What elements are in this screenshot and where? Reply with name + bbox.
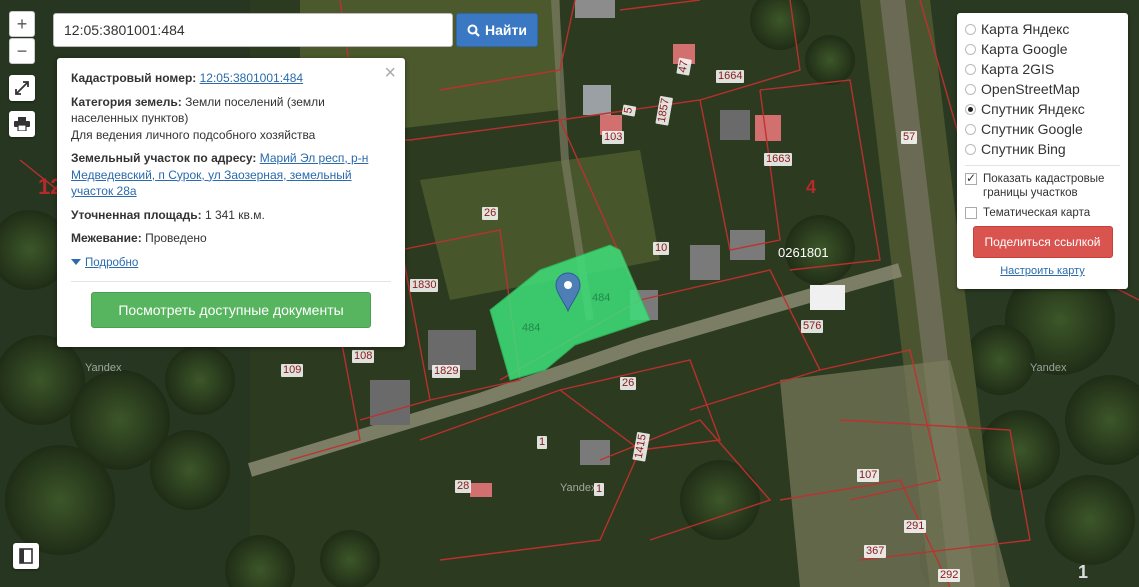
parcel-label: 576 [801, 320, 824, 333]
parcel-label: 1829 [432, 365, 461, 378]
cadastral-number-label: Кадастровый номер: [71, 71, 197, 85]
search-button[interactable]: Найти [456, 13, 538, 47]
thematic-map-checkbox[interactable]: Тематическая карта [965, 206, 1120, 220]
view-documents-button[interactable]: Посмотреть доступные документы [91, 292, 371, 328]
thematic-map-label: Тематическая карта [983, 207, 1091, 219]
show-borders-checkbox[interactable]: Показать кадастровые границы участков [965, 171, 1120, 200]
parcel-label: 292 [938, 569, 961, 582]
zoom-out-button[interactable]: − [9, 38, 35, 64]
parcel-label: 1664 [716, 70, 745, 83]
parcel-label: 367 [864, 545, 887, 558]
close-icon[interactable]: × [384, 63, 396, 83]
search-icon [467, 24, 480, 37]
radio-selected-icon [965, 103, 976, 115]
area-value: 1 341 кв.м. [204, 207, 265, 222]
map-watermark: Yandex [1030, 362, 1067, 374]
details-toggle[interactable]: Подробно [71, 254, 391, 272]
search-button-label: Найти [485, 22, 527, 38]
layer-option[interactable]: Спутник Яндекс [965, 99, 1120, 119]
parcel-info-popup: × Кадастровый номер: 12:05:3801001:484 К… [57, 58, 405, 347]
popup-divider [71, 281, 391, 282]
expand-icon [15, 81, 29, 95]
parcel-label: 10 [653, 242, 670, 255]
layer-option-label: Карта Google [981, 41, 1068, 57]
print-button[interactable] [9, 111, 35, 137]
radio-icon [965, 63, 976, 75]
show-borders-label: Показать кадастровые границы участков [983, 173, 1105, 199]
details-link[interactable]: Подробно [85, 257, 138, 269]
parcel-label: 109 [281, 364, 304, 377]
parcel-label: 26 [482, 207, 499, 220]
parcel-label: 107 [857, 469, 880, 482]
parcel-label: 5 [621, 104, 637, 117]
parcel-label: 103 [602, 131, 625, 144]
legend-button[interactable] [13, 543, 39, 569]
parcel-label: 4 [806, 177, 817, 197]
cadastral-number-row: Кадастровый номер: 12:05:3801001:484 [71, 70, 391, 87]
survey-row: Межевание: Проведено [71, 230, 391, 247]
triangle-down-icon [71, 259, 81, 266]
radio-icon [965, 23, 976, 35]
parcel-label: 108 [352, 350, 375, 363]
cadastral-number-link[interactable]: 12:05:3801001:484 [200, 71, 303, 85]
layer-option[interactable]: Карта Google [965, 39, 1120, 59]
checkbox-icon [965, 207, 977, 219]
fullscreen-button[interactable] [9, 75, 35, 101]
layer-option-label: Спутник Google [981, 121, 1083, 137]
area-row: Уточненная площадь: 1 341 кв.м. [71, 207, 391, 224]
layer-option-label: Карта 2GIS [981, 61, 1055, 77]
land-category-row: Категория земель: Земли поселений (земли… [71, 94, 391, 144]
parcel-label: 26 [620, 377, 637, 390]
land-category-label: Категория земель: [71, 94, 182, 109]
layer-option-label: Карта Яндекс [981, 21, 1070, 37]
address-label: Земельный участок по адресу: [71, 151, 257, 165]
parcel-label: 57 [901, 131, 918, 144]
parcel-label: 484 [522, 322, 541, 334]
layer-option-label: OpenStreetMap [981, 81, 1080, 97]
parcel-label: 1 [1078, 562, 1089, 582]
address-row: Земельный участок по адресу: Марий Эл ре… [71, 150, 391, 200]
land-use-value: Для ведения личного подсобного хозяйства [71, 127, 316, 142]
radio-icon [965, 43, 976, 55]
layer-option-label: Спутник Bing [981, 141, 1066, 157]
map-watermark: Yandex [560, 482, 597, 494]
parcel-label: 28 [455, 480, 472, 493]
map-layers-panel: Карта Яндекс Карта Google Карта 2GIS Ope… [957, 13, 1128, 289]
radio-icon [965, 123, 976, 135]
layer-option[interactable]: Спутник Bing [965, 139, 1120, 159]
layers-divider [965, 165, 1120, 166]
radio-icon [965, 143, 976, 155]
area-label: Уточненная площадь: [71, 207, 202, 222]
parcel-label: 47 [676, 57, 692, 76]
checkbox-checked-icon [965, 171, 977, 185]
layer-option-label: Спутник Яндекс [981, 101, 1085, 117]
parcel-label: 1663 [764, 153, 793, 166]
configure-map-link[interactable]: Настроить карту [965, 265, 1120, 277]
layer-option[interactable]: Спутник Google [965, 119, 1120, 139]
survey-label: Межевание: [71, 231, 142, 245]
zoom-in-button[interactable]: + [9, 11, 35, 37]
layer-option[interactable]: OpenStreetMap [965, 79, 1120, 99]
layer-option[interactable]: Карта Яндекс [965, 19, 1120, 39]
book-icon [19, 548, 33, 564]
parcel-label: 291 [904, 520, 927, 533]
layer-option[interactable]: Карта 2GIS [965, 59, 1120, 79]
map-watermark: Yandex [85, 362, 122, 374]
printer-icon [14, 117, 30, 131]
survey-value: Проведено [145, 231, 207, 245]
parcel-label: 484 [592, 292, 611, 304]
search-input[interactable] [53, 13, 453, 47]
parcel-label: 0261801 [778, 245, 829, 260]
share-link-button[interactable]: Поделиться ссылкой [972, 226, 1113, 258]
radio-icon [965, 83, 976, 95]
parcel-label: 1830 [410, 279, 439, 292]
parcel-label: 1 [537, 436, 548, 449]
